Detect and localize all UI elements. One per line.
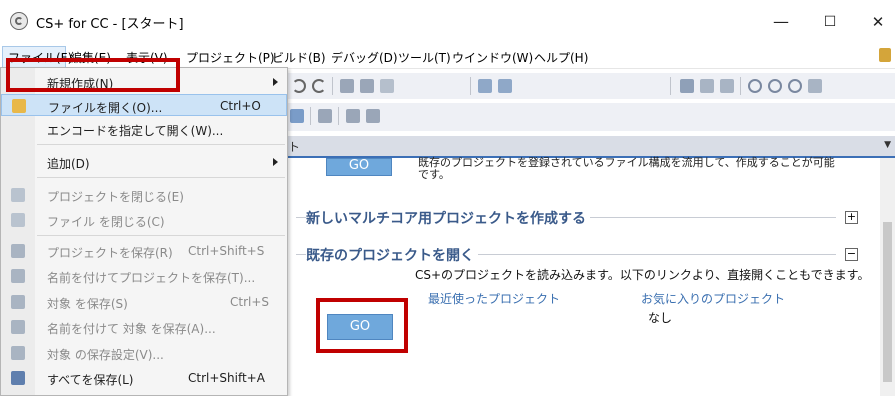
menu-item-label: 名前を付けてプロジェクトを保存(T)... xyxy=(47,271,256,285)
annotation-highlight-go xyxy=(316,298,408,353)
rebuild-icon[interactable] xyxy=(498,79,512,93)
bookmark-icon[interactable] xyxy=(318,109,332,123)
close-button[interactable]: ✕ xyxy=(858,8,895,36)
menu-separator xyxy=(37,177,285,178)
connect-icon[interactable] xyxy=(700,79,714,93)
run-icon[interactable] xyxy=(768,79,782,93)
window-title: CS+ for CC - [スタート] xyxy=(36,17,184,32)
maximize-button[interactable]: ☐ xyxy=(810,8,850,36)
toolbar-separator xyxy=(310,107,311,125)
toolbar-separator xyxy=(670,77,671,95)
reset-icon[interactable] xyxy=(720,79,734,93)
menu-window[interactable]: ウインドウ(W) xyxy=(452,49,533,66)
submenu-arrow-icon xyxy=(273,158,278,166)
window-icon[interactable] xyxy=(290,109,304,123)
title-bar: CS+ for CC - [スタート] — ☐ ✕ xyxy=(0,0,895,44)
save-icon xyxy=(11,295,25,309)
open-existing-description: CS+のプロジェクトを読み込みます。以下のリンクより、直接開くこともできます。 xyxy=(415,268,870,282)
close-project-icon xyxy=(11,188,25,202)
menu-item-save-settings[interactable]: 対象 の保存設定(V)... xyxy=(1,342,287,364)
save-all-icon xyxy=(11,371,25,385)
file-menu-dropdown: 新規作成(N) ファイルを開く(O)... Ctrl+O エンコードを指定して開… xyxy=(0,67,288,396)
favorite-projects-link[interactable]: お気に入りのプロジェクト xyxy=(641,290,785,307)
open-folder-icon xyxy=(12,99,26,113)
go-button-top[interactable]: GO xyxy=(326,158,392,176)
open-existing-project-title[interactable]: 既存のプロジェクトを開く xyxy=(306,245,478,265)
scrollbar-thumb[interactable] xyxy=(883,222,892,382)
menu-separator xyxy=(37,144,285,145)
menu-item-label: プロジェクトを閉じる(E) xyxy=(47,190,184,204)
menu-help[interactable]: ヘルプ(H) xyxy=(534,49,588,66)
menu-item-save-target[interactable]: 対象 を保存(S) Ctrl+S xyxy=(1,291,287,313)
toolbar-separator xyxy=(740,77,741,95)
recent-projects-link[interactable]: 最近使ったプロジェクト xyxy=(428,290,560,307)
save-as-icon xyxy=(11,320,25,334)
menu-item-label: エンコードを指定して開く(W)... xyxy=(47,124,224,138)
menu-item-label: 対象 の保存設定(V)... xyxy=(47,348,164,362)
menu-item-label: ファイル を閉じる(C) xyxy=(47,215,165,229)
menu-item-label: プロジェクトを保存(R) xyxy=(47,246,173,260)
find-next-icon[interactable] xyxy=(360,79,374,93)
expand-button[interactable]: + xyxy=(845,211,858,224)
favorites-none-text: なし xyxy=(648,311,673,325)
menu-item-open-with-encoding[interactable]: エンコードを指定して開く(W)... xyxy=(1,118,287,140)
menu-item-close-file[interactable]: ファイル を閉じる(C) xyxy=(1,209,287,231)
menu-item-shortcut: Ctrl+S xyxy=(230,295,270,309)
menu-item-label: 名前を付けて 対象 を保存(A)... xyxy=(47,322,216,336)
redo-icon[interactable] xyxy=(292,79,306,93)
indent-icon[interactable] xyxy=(346,109,360,123)
submenu-arrow-icon xyxy=(273,78,278,86)
close-file-icon xyxy=(11,213,25,227)
stop-icon[interactable] xyxy=(748,79,762,93)
return-icon[interactable] xyxy=(808,79,822,93)
find-icon[interactable] xyxy=(340,79,354,93)
toolbar-separator xyxy=(470,77,471,95)
tab-start[interactable]: ト xyxy=(288,138,300,155)
menu-item-close-project[interactable]: プロジェクトを閉じる(E) xyxy=(1,184,287,206)
menu-item-label: 対象 を保存(S) xyxy=(47,297,128,311)
undo-icon[interactable] xyxy=(312,79,326,93)
toolbar-separator xyxy=(338,107,339,125)
save-project-as-icon xyxy=(11,269,25,283)
save-settings-icon xyxy=(11,346,25,360)
toolbar-edit xyxy=(288,103,895,131)
save-project-icon xyxy=(11,244,25,258)
menu-debug[interactable]: デバッグ(D) xyxy=(331,49,398,66)
menu-item-save-target-as[interactable]: 名前を付けて 対象 を保存(A)... xyxy=(1,316,287,338)
menu-item-label: ファイルを開く(O)... xyxy=(48,101,163,115)
menu-tools[interactable]: ツール(T) xyxy=(398,49,451,66)
find-prev-icon[interactable] xyxy=(380,79,394,93)
menu-item-save-all[interactable]: すべてを保存(L) Ctrl+Shift+A xyxy=(1,367,287,389)
new-multicore-project-title[interactable]: 新しいマルチコア用プロジェクトを作成する xyxy=(306,208,590,228)
menu-item-label: すべてを保存(L) xyxy=(47,373,134,387)
toolbar-separator xyxy=(332,77,333,95)
menu-item-add[interactable]: 追加(D) xyxy=(1,151,287,173)
menu-build[interactable]: ビルド(B) xyxy=(272,49,326,66)
collapse-button[interactable]: − xyxy=(845,248,858,261)
step-icon[interactable] xyxy=(788,79,802,93)
tab-list-icon[interactable]: ▼ xyxy=(884,140,891,150)
minimize-button[interactable]: — xyxy=(761,8,801,36)
menu-item-save-project-as[interactable]: 名前を付けてプロジェクトを保存(T)... xyxy=(1,265,287,287)
menu-item-shortcut: Ctrl+Shift+S xyxy=(188,244,265,258)
menu-item-open-file[interactable]: ファイルを開く(O)... Ctrl+O xyxy=(1,94,287,116)
menu-item-label: 追加(D) xyxy=(47,157,90,171)
outdent-icon[interactable] xyxy=(366,109,380,123)
menu-item-save-project[interactable]: プロジェクトを保存(R) Ctrl+Shift+S xyxy=(1,240,287,262)
lock-icon xyxy=(879,48,891,62)
document-tab-strip xyxy=(288,136,895,158)
menu-project[interactable]: プロジェクト(P) xyxy=(186,49,275,66)
top-description: 既存のプロジェクトを登録されているファイル構成を流用して、作成することが可能です… xyxy=(418,156,835,181)
menu-item-shortcut: Ctrl+Shift+A xyxy=(188,371,265,385)
app-icon xyxy=(10,12,28,30)
menu-separator xyxy=(37,235,285,236)
download-icon[interactable] xyxy=(680,79,694,93)
build-icon[interactable] xyxy=(478,79,492,93)
menu-item-shortcut: Ctrl+O xyxy=(220,99,261,113)
toolbar-standard xyxy=(288,73,895,99)
annotation-highlight-new xyxy=(6,58,180,92)
